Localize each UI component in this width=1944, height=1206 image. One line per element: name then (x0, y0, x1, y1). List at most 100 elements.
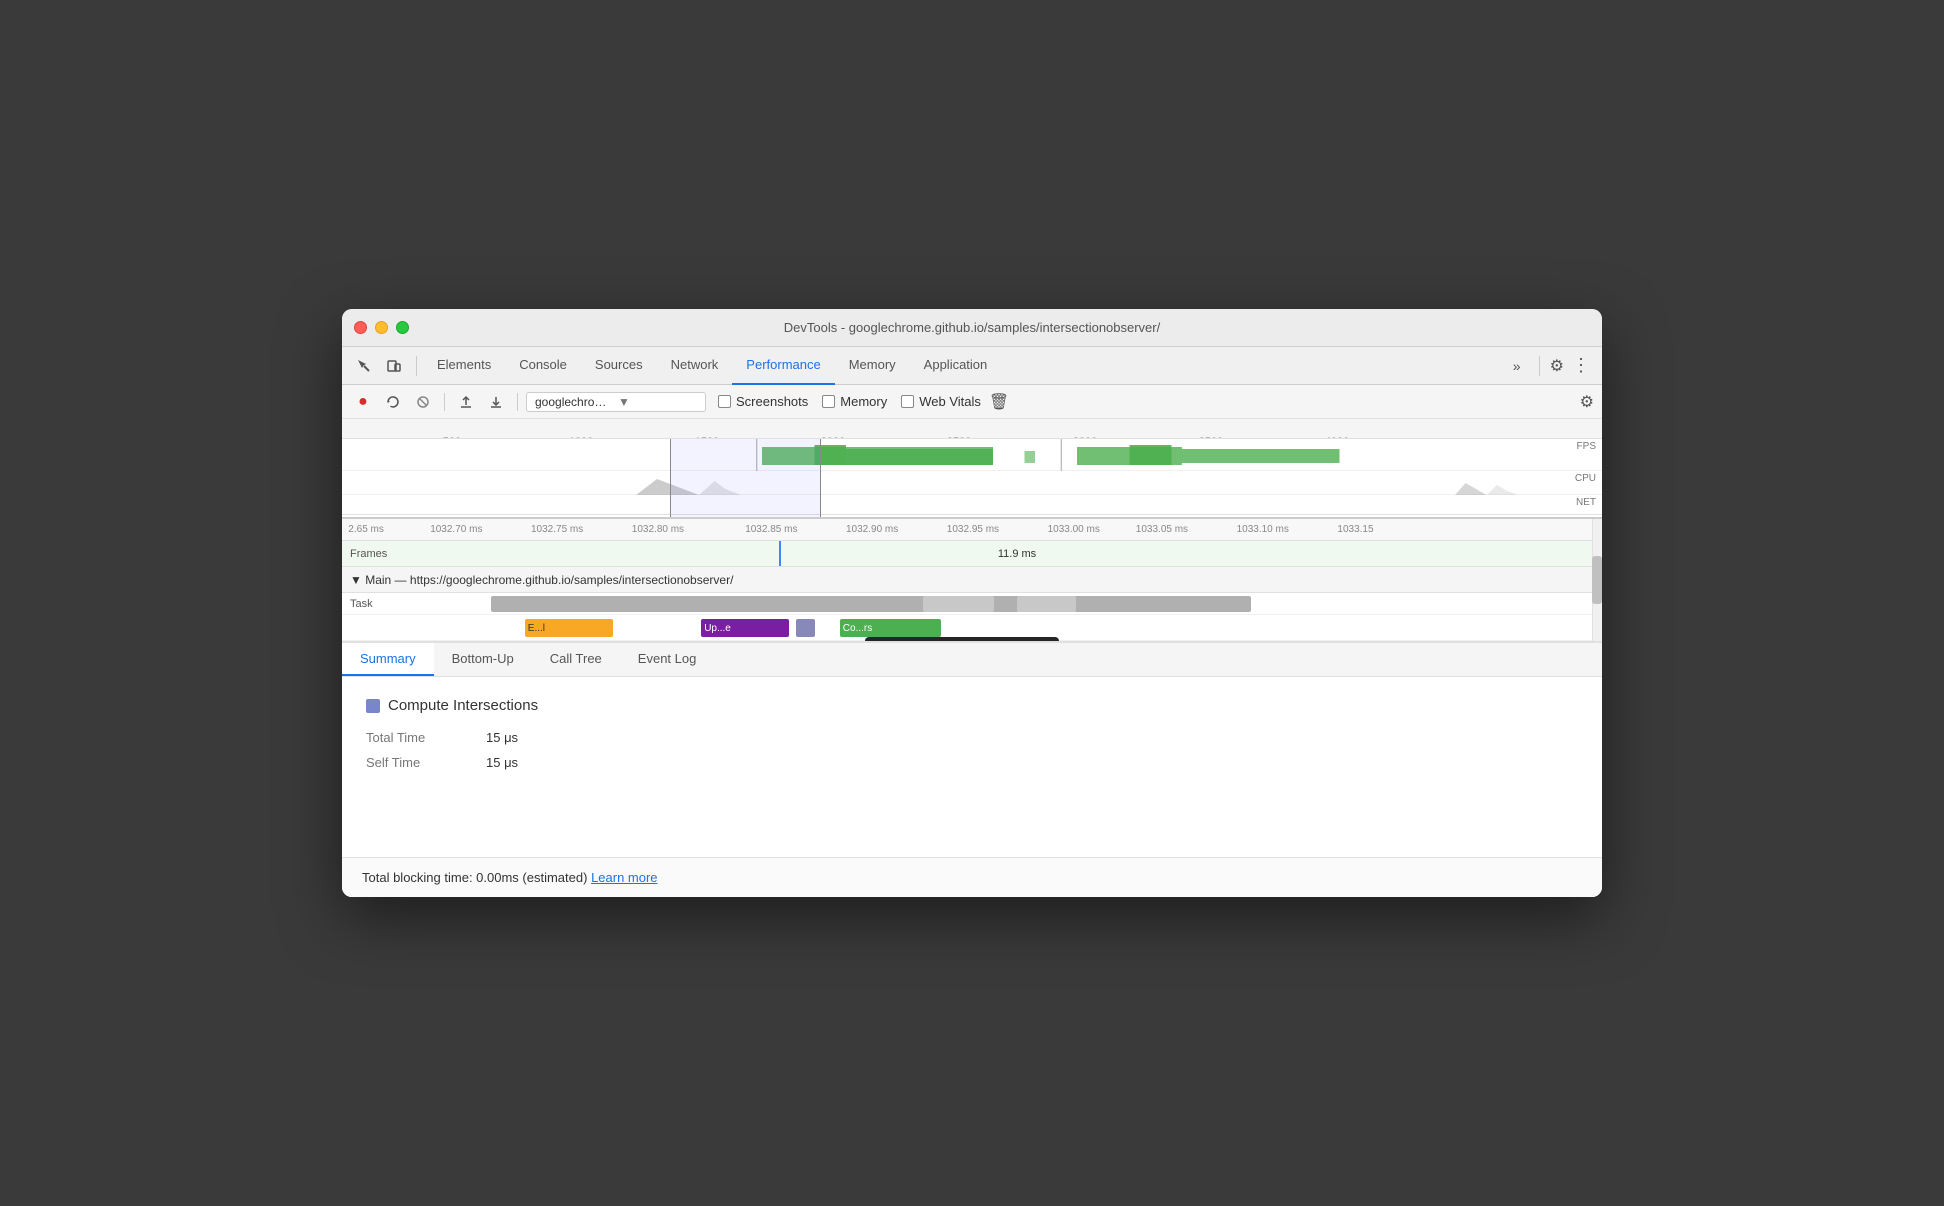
tab-network[interactable]: Network (657, 347, 733, 385)
bottom-tabs: Summary Bottom-Up Call Tree Event Log (342, 643, 1602, 677)
total-time-row: Total Time 15 μs (366, 730, 1578, 745)
function-row: E...l Up...e Co...rs 15 μs Compute Inter… (342, 615, 1602, 641)
total-time-value: 15 μs (486, 730, 518, 745)
tab-console[interactable]: Console (505, 347, 581, 385)
close-button[interactable] (354, 321, 367, 334)
summary-color-box (366, 699, 380, 713)
task-row: Task (342, 593, 1602, 615)
traffic-lights (354, 321, 409, 334)
fn-block-upe[interactable]: Up...e (701, 619, 789, 637)
self-time-value: 15 μs (486, 755, 518, 770)
upload-btn[interactable] (453, 389, 479, 415)
clear-recordings-btn[interactable]: 🗑 (989, 392, 1009, 412)
url-caret-icon: ▼ (618, 395, 697, 409)
perf-settings-btn[interactable]: ⚙ (1580, 392, 1594, 412)
tb-divider-1 (444, 393, 445, 411)
frame-duration: 11.9 ms (998, 548, 1036, 560)
web-vitals-label: Web Vitals (919, 394, 981, 409)
main-thread-label: ▼ Main — https://googlechrome.github.io/… (350, 573, 733, 587)
cpu-chart (342, 471, 1602, 495)
more-tabs-btn[interactable]: » (1503, 352, 1531, 380)
web-vitals-checkbox[interactable] (901, 395, 914, 408)
ms-mark-4: 1032.85 ms (745, 524, 797, 535)
detail-timeline[interactable]: 2.65 ms 1032.70 ms 1032.75 ms 1032.80 ms… (342, 519, 1602, 641)
task-label: Task (342, 598, 432, 610)
clear-btn[interactable] (410, 389, 436, 415)
timeline-scrollbar[interactable] (1592, 519, 1602, 641)
ms-mark-0: 2.65 ms (348, 524, 384, 535)
ms-mark-10: 1033.15 (1337, 524, 1373, 535)
tab-bottom-up[interactable]: Bottom-Up (434, 643, 532, 676)
screenshots-label: Screenshots (736, 394, 808, 409)
memory-label: Memory (840, 394, 887, 409)
fn-block-small (796, 619, 815, 637)
memory-checkbox[interactable] (822, 395, 835, 408)
tab-sources[interactable]: Sources (581, 347, 657, 385)
devtools-window: DevTools - googlechrome.github.io/sample… (342, 309, 1602, 897)
task-block-main (491, 596, 1252, 612)
performance-toolbar: ● googlechrome.github.i... ▼ (342, 385, 1602, 419)
summary-title-row: Compute Intersections (366, 697, 1578, 714)
fn-block-el[interactable]: E...l (525, 619, 613, 637)
minimize-button[interactable] (375, 321, 388, 334)
inspect-icon-btn[interactable] (350, 352, 378, 380)
ms-mark-8: 1033.05 ms (1136, 524, 1188, 535)
reload-btn[interactable] (380, 389, 406, 415)
cpu-row: CPU (342, 471, 1602, 495)
fps-chart (342, 439, 1602, 471)
learn-more-link[interactable]: Learn more (591, 870, 657, 885)
url-text: googlechrome.github.i... (535, 395, 614, 409)
nav-divider-2 (1539, 356, 1540, 376)
tab-performance[interactable]: Performance (732, 347, 834, 385)
tooltip: 15 μs Compute Intersections (865, 637, 1059, 641)
frames-content: 11.9 ms (432, 541, 1602, 566)
maximize-button[interactable] (396, 321, 409, 334)
bottom-footer: Total blocking time: 0.00ms (estimated) … (342, 857, 1602, 897)
tab-elements[interactable]: Elements (423, 347, 505, 385)
tab-memory[interactable]: Memory (835, 347, 910, 385)
ms-mark-9: 1033.10 ms (1237, 524, 1289, 535)
frames-label: Frames (342, 548, 432, 560)
fn-block-cors[interactable]: Co...rs (840, 619, 941, 637)
overview-timeline[interactable]: 500 ms 1000 ms 1500 ms 2000 ms 2500 ms 3… (342, 419, 1602, 519)
screenshots-checkbox[interactable] (718, 395, 731, 408)
web-vitals-checkbox-label[interactable]: Web Vitals (901, 394, 981, 409)
tab-call-tree[interactable]: Call Tree (532, 643, 620, 676)
ms-mark-3: 1032.80 ms (632, 524, 684, 535)
tab-event-log[interactable]: Event Log (620, 643, 715, 676)
settings-btn[interactable]: ⚙ (1546, 352, 1568, 380)
tab-summary[interactable]: Summary (342, 643, 434, 676)
summary-content: Compute Intersections Total Time 15 μs S… (342, 677, 1602, 857)
ms-mark-6: 1032.95 ms (947, 524, 999, 535)
memory-checkbox-label[interactable]: Memory (822, 394, 887, 409)
ms-mark-1: 1032.70 ms (430, 524, 482, 535)
ms-mark-2: 1032.75 ms (531, 524, 583, 535)
screenshots-checkbox-label[interactable]: Screenshots (718, 394, 808, 409)
frames-row: Frames 11.9 ms (342, 541, 1602, 567)
total-blocking-text: Total blocking time: 0.00ms (estimated) (362, 870, 587, 885)
nav-tabs: Elements Console Sources Network Perform… (342, 347, 1602, 385)
ms-mark-7: 1033.00 ms (1048, 524, 1100, 535)
self-time-row: Self Time 15 μs (366, 755, 1578, 770)
checkbox-group: Screenshots Memory Web Vitals (718, 394, 981, 409)
url-selector[interactable]: googlechrome.github.i... ▼ (526, 392, 706, 412)
task-block-2 (923, 596, 993, 612)
nav-divider-1 (416, 356, 417, 376)
scrollbar-thumb[interactable] (1592, 556, 1602, 605)
device-toolbar-btn[interactable] (380, 352, 408, 380)
fps-label: FPS (1577, 441, 1596, 452)
task-content (432, 593, 1602, 615)
ms-mark-5: 1032.90 ms (846, 524, 898, 535)
main-thread-header: ▼ Main — https://googlechrome.github.io/… (342, 567, 1602, 593)
net-label: NET (1576, 497, 1596, 508)
record-btn[interactable]: ● (350, 389, 376, 415)
overview-ruler: 500 ms 1000 ms 1500 ms 2000 ms 2500 ms 3… (342, 419, 1602, 439)
bottom-panel: Summary Bottom-Up Call Tree Event Log Co… (342, 641, 1602, 897)
download-btn[interactable] (483, 389, 509, 415)
summary-title-text: Compute Intersections (388, 697, 538, 714)
more-options-btn[interactable]: ⋮ (1568, 351, 1594, 380)
total-time-label: Total Time (366, 730, 486, 745)
net-row: NET (342, 495, 1602, 515)
window-title: DevTools - googlechrome.github.io/sample… (784, 320, 1160, 335)
tab-application[interactable]: Application (910, 347, 1002, 385)
